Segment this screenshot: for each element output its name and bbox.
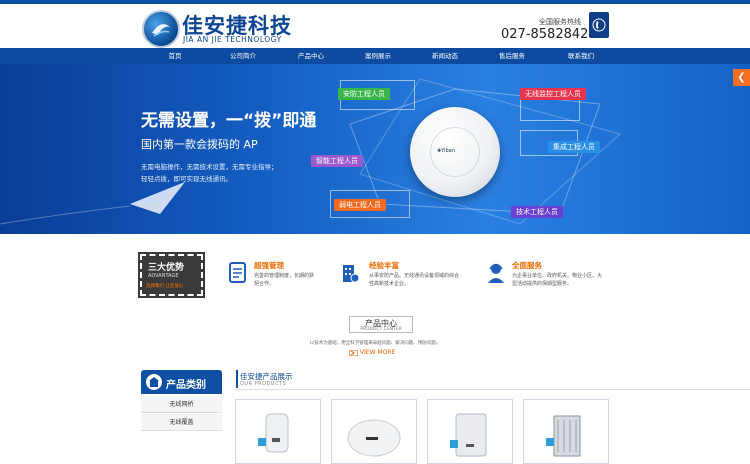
product-center-heading: 产品中心 PRODUCT CENTER [349,316,413,333]
role-tag: 弱电工程人员 [334,199,386,211]
role-tag: 集成工程人员 [548,141,600,153]
products-subtitle: OUR PRODUCTS [240,381,287,387]
document-icon [228,262,248,284]
advantage-tagline: 选择我们 让您放心 [146,284,184,289]
logo-subtext: JIA AN JIE TECHNOLOGY [183,35,282,44]
carousel-dots [351,224,391,234]
product-image [450,413,487,457]
nav-item-news[interactable]: 新闻动态 [415,48,475,64]
product-card[interactable] [235,399,321,464]
view-more-icon [348,349,359,356]
divider [236,389,750,390]
category-title: 产品类别 [166,380,206,391]
nav-item-home[interactable]: 首页 [145,48,205,64]
feature-title: 全面服务 [512,261,542,270]
hero-banner[interactable]: 无需设置，一“拨”即通 国内第一款会拨码的 AP 无需电脑操作，无需技术设置，无… [0,64,750,234]
view-more-link[interactable]: VIEW MORE [348,349,396,356]
advantage-subtitle: ADVANTAGE [148,273,179,279]
main-nav: 首页 公司简介 产品中心 案例展示 新闻动态 售后服务 联系我们 [0,48,750,64]
feature-description: 完善的管理制度，长期的默契合作。 [254,273,315,287]
role-tag: 智能工程人员 [311,155,363,167]
feature-description: 为企事业单位、政府机关、物业小区、大型活动提供的保姆型服务。 [512,273,603,287]
role-tag: 安防工程人员 [338,88,390,100]
product-image [347,419,401,457]
feature-title: 经验丰富 [369,261,399,270]
banner-title: 无需设置，一“拨”即通 [141,111,317,131]
category-item[interactable]: 无线网桥 [141,396,222,413]
phone-icon [589,12,609,38]
ap-brand-label: ✚Yiban [437,148,455,154]
banner-description: 轻轻点拨，即可实现无线通讯。 [141,175,232,183]
category-header: 产品类别 [141,370,222,394]
products-accent-bar [236,370,238,388]
nav-item-service[interactable]: 售后服务 [482,48,542,64]
nav-item-cases[interactable]: 案例展示 [348,48,408,64]
advantage-badge: 三大优势 ADVANTAGE 选择我们 让您放心 [138,252,205,298]
access-point-image: ✚Yiban [410,107,500,197]
hotline-label: 全国服务热线 [539,18,581,26]
section-description: 以技术为基础，用全科学管理来卓越问题、解决问题、预防问题。 [309,341,441,346]
hotline-number: 027-85828421 [501,27,597,42]
nav-item-about[interactable]: 公司简介 [213,48,273,64]
nav-item-contact[interactable]: 联系我们 [551,48,611,64]
product-card[interactable] [523,399,609,464]
category-item[interactable]: 无线覆盖 [141,414,222,431]
banner-subtitle: 国内第一款会拨码的 AP [141,138,258,151]
category-icon [146,374,162,390]
feature-title: 超强管理 [254,261,284,270]
product-card[interactable] [427,399,513,464]
product-card[interactable] [331,399,417,464]
product-image [258,413,289,453]
logo-icon[interactable] [142,10,180,48]
role-tag: 技术工程人员 [511,206,563,218]
banner-description: 无需电脑操作，无需技术设置，无需专业指导； [141,163,278,171]
support-agent-icon [486,262,506,284]
nav-item-products[interactable]: 产品中心 [281,48,341,64]
feature-description: 从事安防产品、无线通讯设备领域的综合性高新技术企业。 [369,273,460,287]
advantage-title: 三大优势 [148,263,185,273]
view-more-label: VIEW MORE [359,349,396,356]
chevron-left-icon[interactable]: ❮ [733,69,750,86]
building-icon [340,262,360,284]
section-subtitle: PRODUCT CENTER [360,327,402,332]
role-tag: 无线监控工程人员 [520,88,586,100]
product-image [546,415,581,457]
site-header: 佳安捷科技 JIA AN JIE TECHNOLOGY 全国服务热线 027-8… [0,4,750,48]
